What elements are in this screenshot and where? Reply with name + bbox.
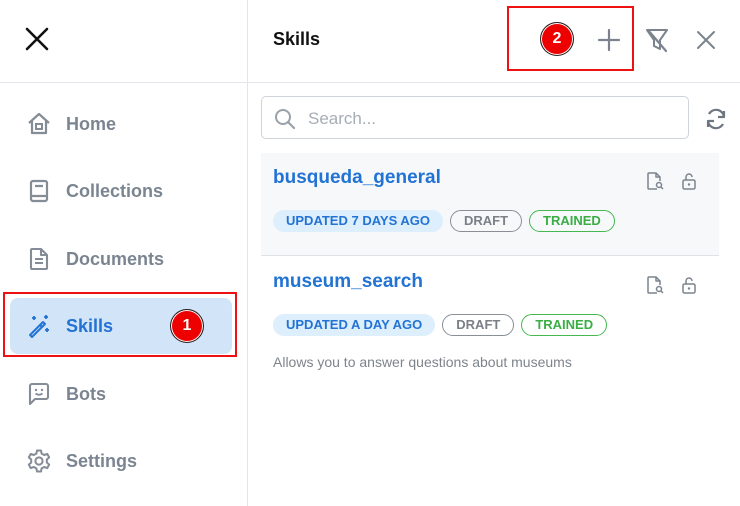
training-badge: TRAINED — [529, 210, 615, 232]
sidebar: Home Collections Documents Skills Bots S… — [0, 0, 248, 506]
skill-card[interactable]: busqueda_general UPDATED 7 DAYS AGO DRAF… — [261, 153, 719, 256]
sidebar-item-label: Bots — [66, 383, 106, 404]
updated-badge: UPDATED A DAY AGO — [273, 314, 436, 336]
sidebar-item-collections[interactable]: Collections — [10, 163, 232, 219]
skill-description: Allows you to answer questions about mus… — [273, 354, 572, 370]
annotation-badge-1: 1 — [170, 309, 204, 343]
gear-icon — [27, 449, 51, 473]
sidebar-item-documents[interactable]: Documents — [10, 231, 232, 287]
unlock-icon[interactable] — [679, 171, 699, 191]
sidebar-item-settings[interactable]: Settings — [10, 433, 232, 489]
book-icon — [29, 179, 49, 203]
sidebar-item-label: Settings — [66, 450, 138, 471]
chat-bot-icon — [28, 382, 50, 406]
filter-off-icon[interactable] — [644, 27, 670, 53]
skills-panel: Skills busqueda_general — [248, 0, 740, 506]
sidebar-header — [0, 0, 247, 83]
search-icon — [275, 109, 296, 130]
sidebar-item-bots[interactable]: Bots — [10, 366, 232, 422]
sidebar-item-label: Home — [66, 113, 117, 134]
sidebar-item-label: Documents — [66, 248, 165, 269]
skill-card[interactable]: museum_search UPDATED A DAY AGO DRAFT TR… — [261, 257, 719, 377]
panel-header: Skills — [248, 0, 740, 83]
skill-name[interactable]: museum_search — [273, 271, 423, 293]
document-icon — [29, 247, 49, 271]
status-badge: DRAFT — [450, 210, 523, 232]
annotation-badge-2: 2 — [540, 22, 574, 56]
tag-row: UPDATED A DAY AGO DRAFT TRAINED — [273, 314, 608, 336]
document-search-icon[interactable] — [645, 275, 665, 295]
updated-badge: UPDATED 7 DAYS AGO — [273, 210, 443, 232]
sidebar-item-label: Collections — [66, 180, 164, 201]
close-icon[interactable] — [24, 26, 50, 52]
skill-name[interactable]: busqueda_general — [273, 167, 441, 189]
sidebar-item-home[interactable]: Home — [10, 96, 232, 152]
tag-row: UPDATED 7 DAYS AGO DRAFT TRAINED — [273, 210, 615, 232]
search-field[interactable] — [261, 96, 689, 139]
status-badge: DRAFT — [442, 314, 515, 336]
document-search-icon[interactable] — [645, 171, 665, 191]
unlock-icon[interactable] — [679, 275, 699, 295]
training-badge: TRAINED — [521, 314, 608, 336]
refresh-icon[interactable] — [704, 107, 728, 131]
search-input[interactable] — [306, 105, 680, 133]
close-icon[interactable] — [693, 27, 719, 53]
page-title: Skills — [273, 29, 321, 49]
home-icon — [28, 112, 50, 135]
